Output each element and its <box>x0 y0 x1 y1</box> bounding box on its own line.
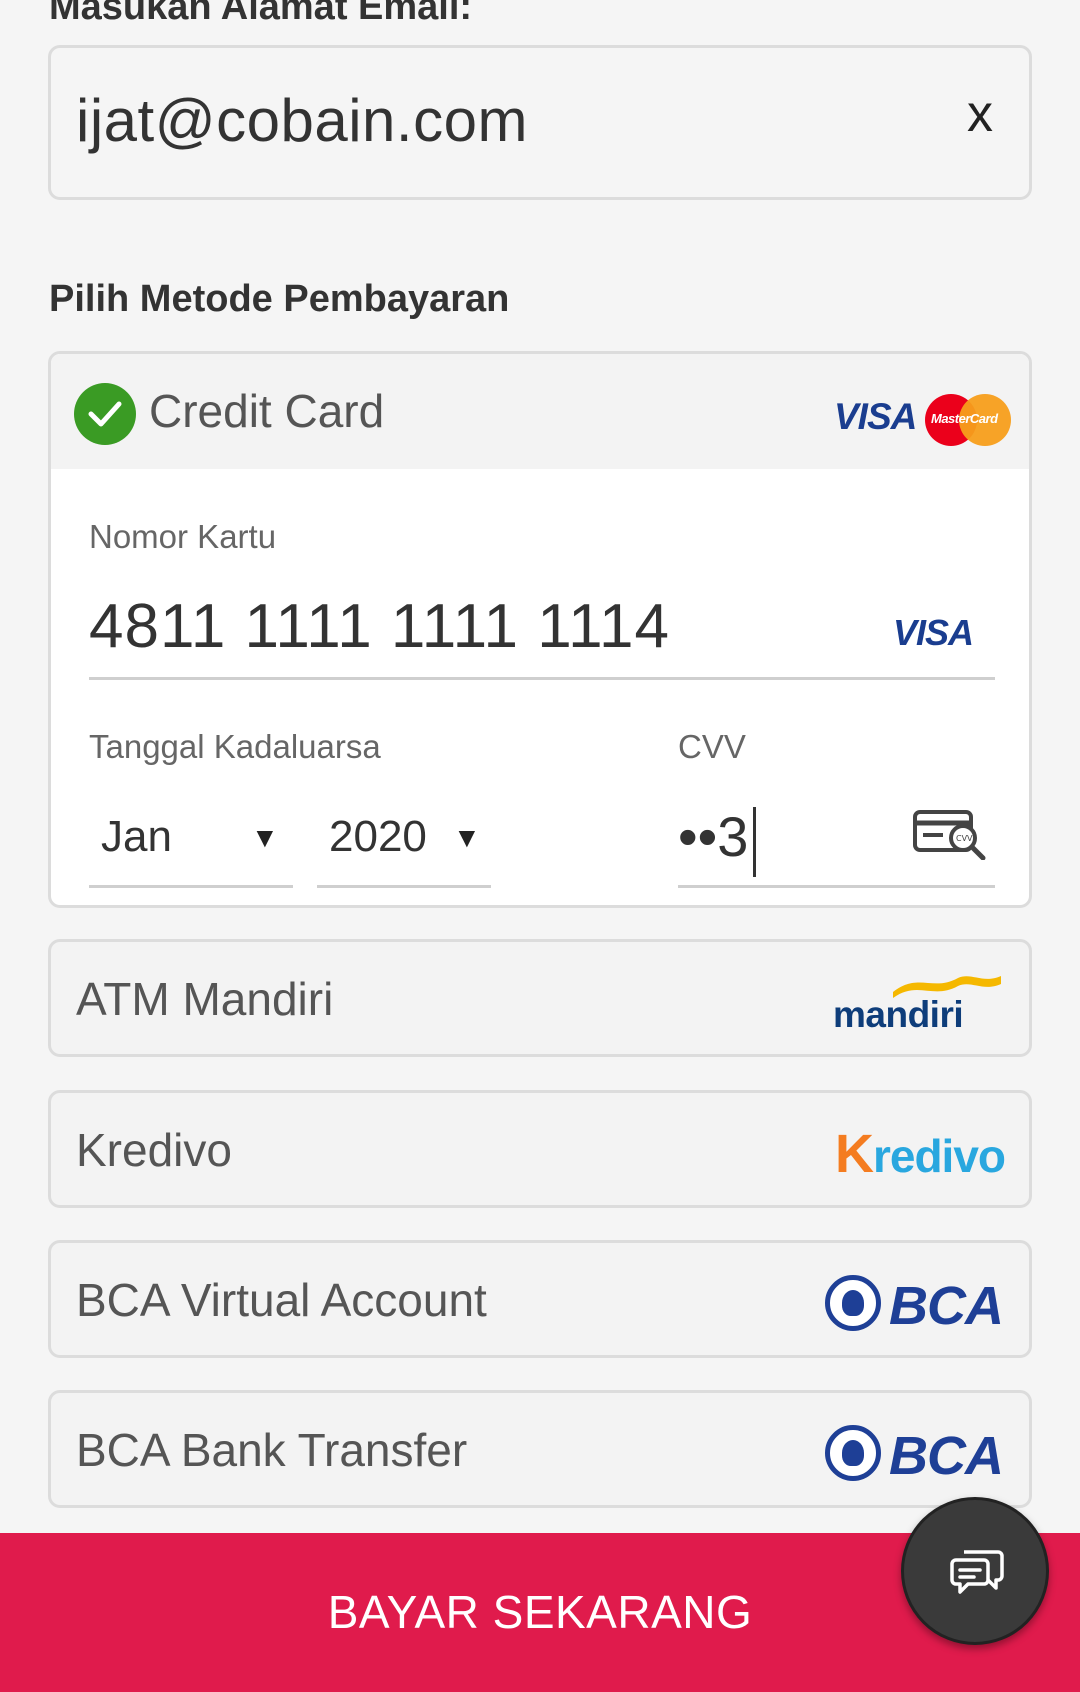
bca-seal-icon <box>825 1275 881 1331</box>
payment-method-kredivo[interactable]: Kredivo Kredivo <box>48 1090 1032 1208</box>
bca-logo-text: BCA <box>889 1426 1004 1486</box>
cvv-underline <box>678 885 995 888</box>
email-label: Masukan Alamat Email: <box>49 0 473 28</box>
credit-card-header[interactable]: Credit Card VISA MasterCard <box>51 354 1029 469</box>
expiry-year-value: 2020 <box>329 812 427 861</box>
payment-method-bca-bank-transfer[interactable]: BCA Bank Transfer BCA <box>48 1390 1032 1508</box>
payment-method-atm-mandiri[interactable]: ATM Mandiri mandiri <box>48 939 1032 1057</box>
mandiri-logo-text: mandiri <box>833 994 964 1035</box>
chat-bubbles-icon <box>950 1550 1004 1594</box>
chevron-down-icon: ▼ <box>251 822 279 853</box>
payment-method-label: BCA Bank Transfer <box>76 1424 468 1476</box>
email-value[interactable]: ijat@cobain.com <box>76 86 528 155</box>
kredivo-logo-k: K <box>834 1124 874 1184</box>
mastercard-logo: MasterCard <box>925 394 1011 446</box>
payment-method-label: Kredivo <box>76 1124 232 1176</box>
bca-logo-text: BCA <box>889 1276 1004 1336</box>
cvv-help-icon[interactable]: CVV <box>913 808 987 865</box>
mandiri-logo: mandiri <box>833 970 1003 1035</box>
payment-method-label: ATM Mandiri <box>76 973 334 1025</box>
checkmark-icon <box>74 383 136 445</box>
card-brand-visa-logo: VISA <box>893 612 974 653</box>
kredivo-logo-rest: redivo <box>872 1130 1006 1182</box>
cvv-label: CVV <box>678 728 746 765</box>
expiry-year-underline <box>317 885 491 888</box>
credit-card-panel: Credit Card VISA MasterCard Nomor Kartu … <box>48 351 1032 908</box>
cvv-input[interactable]: ••3 <box>678 804 748 869</box>
mastercard-text: MasterCard <box>931 411 998 426</box>
bca-logo: BCA <box>825 1273 1004 1336</box>
email-field[interactable]: ijat@cobain.com x <box>48 45 1032 200</box>
clear-email-button[interactable]: x <box>967 84 993 144</box>
card-number-input[interactable]: 4811 1111 1111 1114 <box>89 591 670 662</box>
expiry-month-underline <box>89 885 293 888</box>
visa-logo: VISA <box>834 396 917 437</box>
kredivo-logo: Kredivo <box>834 1123 1006 1185</box>
cvv-icon-text: CVV <box>956 834 973 843</box>
card-number-underline <box>89 677 995 680</box>
payment-method-label: BCA Virtual Account <box>76 1274 487 1326</box>
chat-button[interactable] <box>901 1497 1049 1645</box>
credit-card-label: Credit Card <box>149 385 385 437</box>
payment-method-bca-virtual-account[interactable]: BCA Virtual Account BCA <box>48 1240 1032 1358</box>
bca-logo: BCA <box>825 1423 1004 1486</box>
bca-seal-icon <box>825 1425 881 1481</box>
expiry-month-value: Jan <box>101 812 172 861</box>
expiry-label: Tanggal Kadaluarsa <box>89 728 381 765</box>
chevron-down-icon: ▼ <box>453 822 481 853</box>
card-number-label: Nomor Kartu <box>89 518 277 555</box>
text-cursor <box>753 807 756 877</box>
payment-method-title: Pilih Metode Pembayaran <box>49 278 510 320</box>
